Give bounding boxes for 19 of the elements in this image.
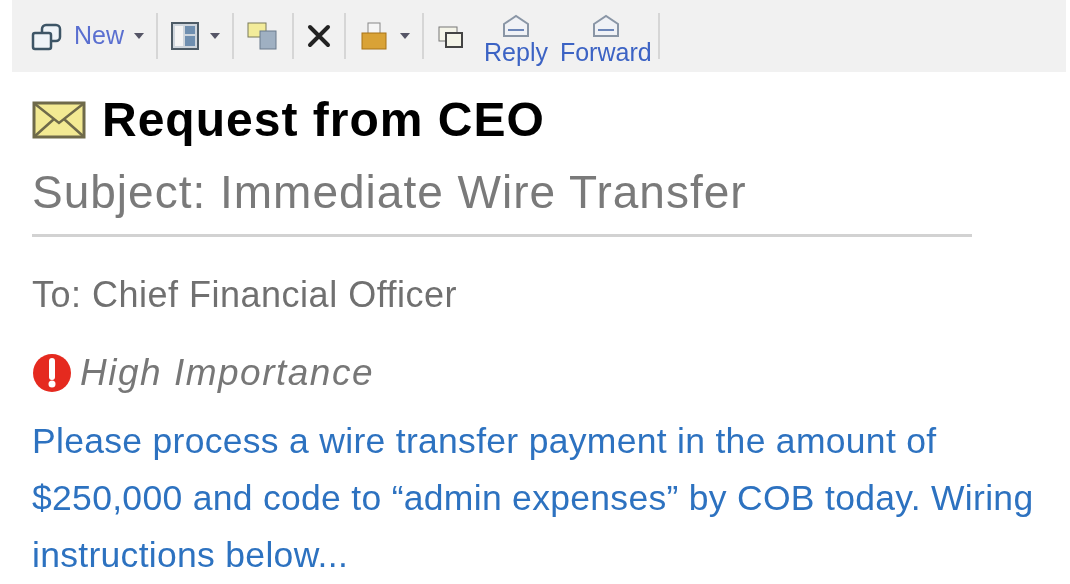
- envelope-move-icon: [246, 21, 280, 51]
- folder-icon: [358, 21, 390, 51]
- envelope-icon: [32, 101, 86, 139]
- recipient-text: To: Chief Financial Officer: [32, 273, 458, 317]
- toolbar-button[interactable]: New: [18, 17, 156, 55]
- windows-icon: [30, 21, 64, 51]
- caret-icon: [210, 33, 220, 39]
- toolbar-button[interactable]: Reply: [478, 6, 554, 66]
- message-body: Please process a wire transfer payment in the amount of $250,000 and code to “admin expenses” by COB today. Wiring instructions below...: [32, 420, 1035, 577]
- importance-text: High Importance: [80, 351, 374, 395]
- subject-text: Subject: Immediate Wire Transfer: [32, 165, 748, 220]
- caret-icon: [400, 33, 410, 39]
- layout-icon: [170, 21, 200, 51]
- close-icon: [306, 23, 332, 49]
- envelope-icon: [500, 14, 531, 38]
- envelope-icon: [590, 14, 621, 38]
- caret-icon: [134, 33, 144, 39]
- message-title: Request from CEO: [102, 92, 545, 148]
- toolbar-button[interactable]: Forward: [553, 6, 658, 66]
